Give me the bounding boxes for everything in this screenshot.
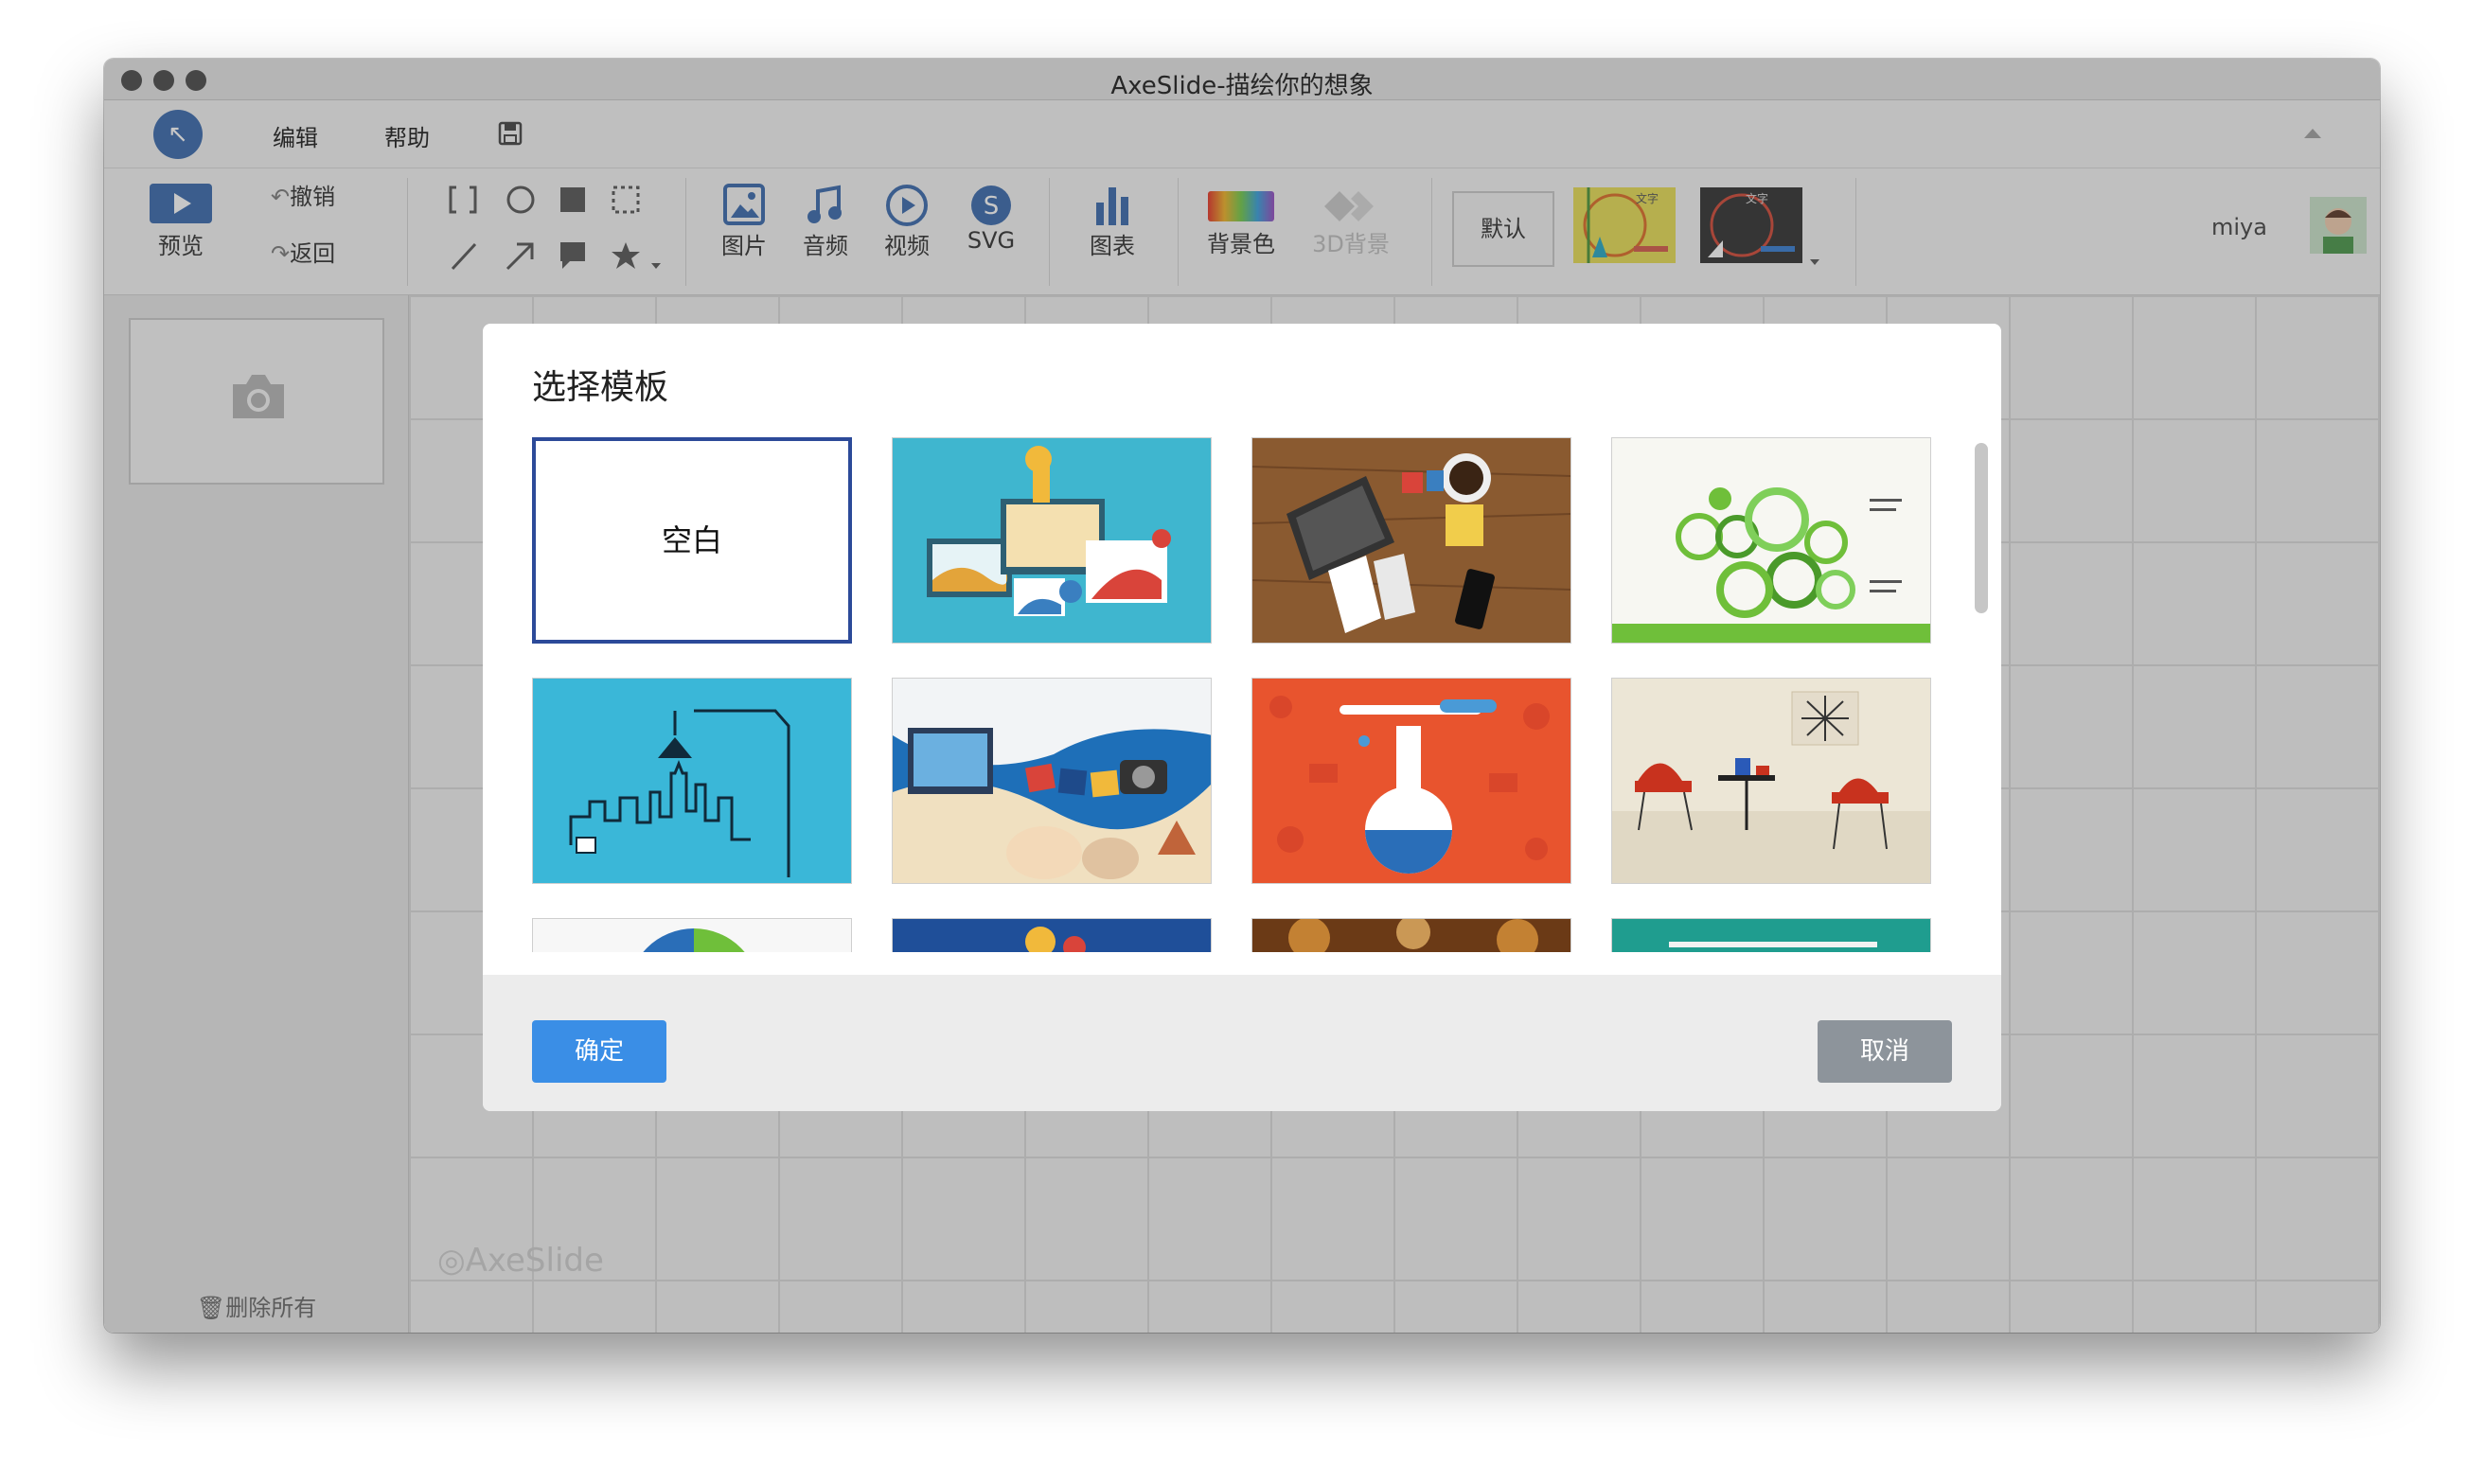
template-blue-people-art [1025, 927, 1086, 952]
template-green-gears[interactable] [1611, 437, 1931, 644]
template-city-skyline-art [569, 709, 790, 877]
template-grid[interactable]: 空白 [532, 437, 1952, 952]
template-seashells[interactable] [892, 678, 1212, 884]
template-teal-board-art [1669, 942, 1877, 947]
template-orange-lab[interactable] [1251, 678, 1571, 884]
app-window: AxeSlide-描绘你的想象 ↖ 编辑 帮助 预览 ↶撤销 ↷返回 图片 音频… [104, 59, 2380, 1333]
template-pie-chart[interactable] [532, 918, 852, 952]
dialog-footer: 确定 取消 [483, 975, 2001, 1111]
template-orange-lab-art [1269, 696, 1550, 874]
template-seashells-art [893, 679, 1211, 883]
cancel-button[interactable]: 取消 [1818, 1020, 1952, 1083]
template-dialog: 选择模板 空白 确定 取消 [483, 324, 2001, 1111]
confirm-button[interactable]: 确定 [532, 1020, 666, 1083]
template-red-chairs-art [1612, 691, 1930, 883]
template-wood-desk-art [1252, 453, 1570, 633]
template-blank-label: 空白 [661, 522, 722, 558]
template-scrollbar-thumb[interactable] [1975, 443, 1988, 613]
template-blue-people[interactable] [892, 918, 1212, 952]
template-teal-board[interactable] [1611, 918, 1931, 952]
dialog-title: 选择模板 [532, 368, 669, 407]
template-warm-lights-art [1288, 919, 1538, 952]
template-devices-art [927, 446, 1171, 616]
template-blank[interactable]: 空白 [532, 437, 852, 644]
template-green-gears-art [1612, 487, 1930, 643]
template-pie-chart-art [643, 928, 745, 952]
template-city-skyline[interactable] [532, 678, 852, 884]
template-devices[interactable] [892, 437, 1212, 644]
template-warm-lights[interactable] [1251, 918, 1571, 952]
template-wood-desk[interactable] [1251, 437, 1571, 644]
template-red-chairs[interactable] [1611, 678, 1931, 884]
